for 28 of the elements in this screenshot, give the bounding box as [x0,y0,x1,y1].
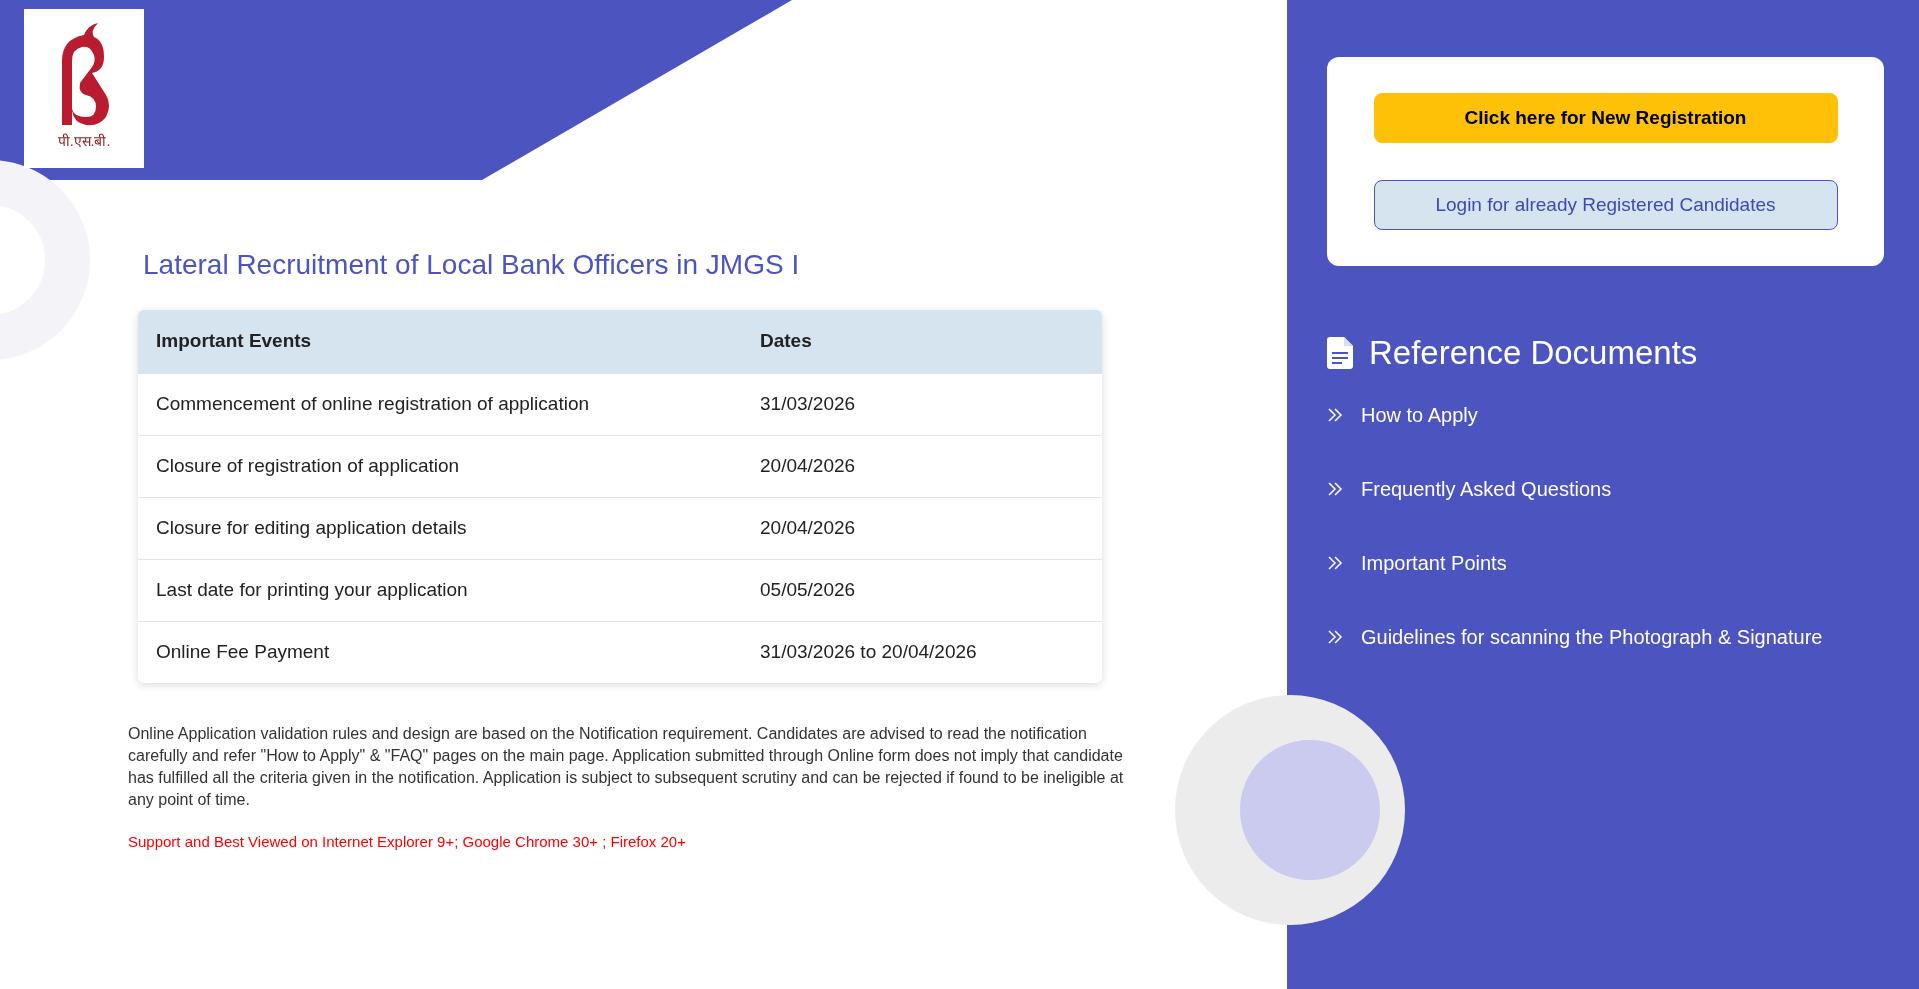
table-cell-text: 31/03/2026 [760,392,857,417]
table-cell-text: 31/03/2026 to 20/04/2026 [760,640,978,665]
double-chevron-icon [1327,406,1343,423]
section-heading: Reference Documents [1369,333,1698,373]
double-chevron-icon [1327,628,1343,645]
logo-caption: पी.एस.बी. [57,132,111,151]
reference-link[interactable]: Important Points [1361,547,1507,578]
column-header: Important Events [155,329,313,354]
table-cell-text: Closure for editing application details [155,516,468,541]
browser-support-note: Support and Best Viewed on Internet Explorer 9+; Google Chrome 30+ ; Firefox 20+ [128,832,687,852]
registration-button[interactable]: Click here for New Registration [1373,93,1838,143]
double-chevron-icon [1327,480,1343,497]
reference-link[interactable]: Frequently Asked Questions [1361,473,1612,504]
reference-link[interactable]: Guidelines for scanning the Photograph & Signature [1361,621,1823,652]
table-cell-text: 05/05/2026 [760,578,857,603]
page-title: Lateral Recruitment of Local Bank Officers in JMGS I [143,248,801,282]
table-cell-text: Commencement of online registration of application [155,392,590,417]
notice-paragraph: Online Application validation rules and design are based on the Notification requirement. Candidates are advised to read the notification carefully and refer "How to Apply" & "FAQ" pages on the main page. Application submitted through Online form does not imply that candidate has fulfilled all the criteria given in the notification. Application is subject to subsequent scrutiny and can be rejected if found to be ineligible at any point of time. [128,724,1125,810]
table-cell-text: 20/04/2026 [760,454,857,479]
table-cell-text: Online Fee Payment [155,640,331,665]
table-cell-text: 20/04/2026 [760,516,857,541]
column-header: Dates [760,329,813,354]
login-button[interactable]: Login for already Registered Candidates [1373,180,1838,230]
table-cell-text: Last date for printing your application [155,578,469,603]
double-chevron-icon [1327,554,1343,571]
reference-link[interactable]: How to Apply [1361,399,1478,430]
table-cell-text: Closure of registration of application [155,454,461,479]
document-icon [1327,336,1353,369]
